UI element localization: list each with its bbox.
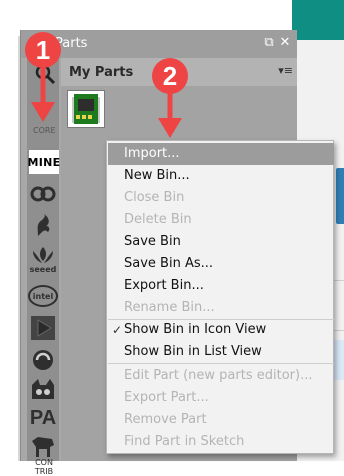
menu-item-label: Delete Bin (124, 212, 192, 227)
bin-context-menu: Import... New Bin... Close Bin Delete Bi… (106, 140, 334, 454)
menu-item-rename-bin: Rename Bin... (108, 297, 334, 319)
intel-label: intel (28, 285, 58, 307)
menu-item-list-view[interactable]: Show Bin in List View (108, 341, 334, 363)
menu-item-label: Show Bin in Icon View (124, 322, 267, 337)
teal-header-block (292, 0, 344, 40)
bin-tab-core[interactable]: CORE (33, 126, 56, 135)
menu-item-save-bin[interactable]: Save Bin (108, 231, 334, 253)
close-icon[interactable]: ✕ (279, 35, 291, 50)
menu-item-icon-view[interactable]: ✓ Show Bin in Icon View (108, 319, 334, 341)
menu-item-export-bin[interactable]: Export Bin... (108, 275, 334, 297)
parts-dock-titlebar[interactable]: Parts ⧉ ✕ (21, 30, 297, 58)
menu-item-edit-part: Edit Part (new parts editor)... (108, 365, 334, 387)
seeed-bin-icon[interactable]: seeed (27, 242, 59, 278)
menu-item-export-part: Export Part... (108, 387, 334, 409)
menu-item-delete-bin: Delete Bin (108, 209, 334, 231)
menu-item-save-bin-as[interactable]: Save Bin As... (108, 253, 334, 275)
play-bin-icon[interactable] (27, 312, 59, 344)
menu-item-label: Import... (124, 146, 180, 161)
float-icon[interactable]: ⧉ (263, 35, 275, 50)
sparkfun-bin-icon[interactable] (27, 210, 59, 242)
seeed-label: seeed (29, 264, 57, 274)
callout-2-arrow (158, 92, 182, 138)
blue-tab-chip[interactable] (336, 168, 344, 224)
menu-item-label: Export Bin... (124, 278, 204, 293)
menu-item-find-part: Find Part in Sketch (108, 431, 334, 453)
callout-1-badge: 1 (25, 32, 61, 68)
bin-title: My Parts (69, 65, 134, 80)
menu-item-label: Export Part... (124, 390, 209, 405)
callout-2-badge: 2 (152, 58, 188, 94)
menu-item-label: Close Bin (124, 190, 185, 205)
menu-item-label: Rename Bin... (124, 300, 215, 315)
menu-item-import[interactable]: Import... (108, 143, 334, 165)
menu-item-new-bin[interactable]: New Bin... (108, 165, 334, 187)
intel-bin-icon[interactable]: intel (27, 280, 59, 312)
menu-item-remove-part: Remove Part (108, 409, 334, 431)
menu-item-label: Show Bin in List View (124, 344, 262, 359)
dock-window-buttons: ⧉ ✕ (263, 35, 291, 50)
menu-item-close-bin: Close Bin (108, 187, 334, 209)
menu-item-label: Remove Part (124, 412, 207, 427)
callout-1-arrow (31, 66, 55, 122)
bin-menu-button[interactable]: ▾≡ (278, 64, 293, 77)
menu-item-label: Find Part in Sketch (124, 434, 245, 449)
circle-arrows-bin-icon[interactable] (27, 344, 59, 376)
part-thumbnail[interactable] (67, 90, 105, 128)
checkmark-icon: ✓ (112, 323, 123, 337)
bin-tab-mine[interactable]: MINE (28, 150, 60, 174)
arduino-bin-icon[interactable] (27, 178, 59, 210)
menu-item-label: Edit Part (new parts editor)... (124, 368, 313, 383)
menu-separator (108, 363, 334, 364)
menu-item-label: Save Bin As... (124, 256, 214, 271)
menu-item-label: New Bin... (124, 168, 190, 183)
menu-item-label: Save Bin (124, 234, 181, 249)
